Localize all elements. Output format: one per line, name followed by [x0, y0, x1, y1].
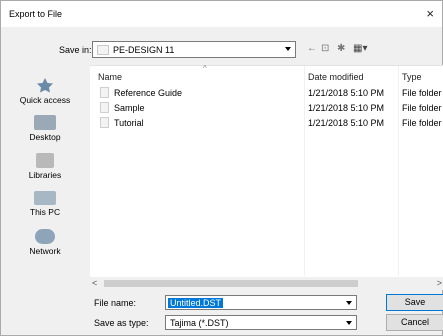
computer-icon — [34, 191, 56, 205]
export-dialog: Export to File × Save in: PE-DESIGN 11 ←… — [0, 0, 443, 336]
quick-access-star-icon — [37, 78, 53, 93]
list-item[interactable]: Reference Guide 1/21/2018 5:10 PM File f… — [90, 86, 443, 100]
list-item[interactable]: Sample 1/21/2018 5:10 PM File folder — [90, 101, 443, 115]
save-as-type-label: Save as type: — [94, 318, 149, 328]
libraries-icon — [36, 153, 54, 168]
column-header-name[interactable]: Name — [98, 72, 122, 82]
scroll-left-icon[interactable]: < — [92, 278, 97, 288]
item-type: File folder — [402, 118, 442, 128]
folder-icon — [100, 117, 109, 128]
place-this-pc[interactable]: This PC — [10, 191, 80, 217]
file-name-value: Untitled.DST — [168, 298, 224, 308]
place-label: Network — [29, 246, 61, 256]
item-name: Sample — [114, 103, 145, 113]
dialog-title: Export to File — [9, 9, 63, 19]
item-name: Reference Guide — [114, 88, 183, 98]
scroll-thumb[interactable] — [104, 280, 358, 287]
chevron-down-icon[interactable] — [285, 47, 291, 51]
folder-icon — [100, 102, 109, 113]
list-item[interactable]: Tutorial 1/21/2018 5:10 PM File folder — [90, 116, 443, 130]
item-date: 1/21/2018 5:10 PM — [308, 88, 385, 98]
column-header-type[interactable]: Type — [402, 72, 422, 82]
item-type: File folder — [402, 88, 442, 98]
place-label: Quick access — [19, 95, 71, 105]
place-label: Desktop — [29, 132, 61, 142]
title-bar: Export to File × — [1, 1, 442, 27]
folder-icon — [100, 87, 109, 98]
sort-ascending-icon: ^ — [203, 64, 207, 73]
desktop-icon — [34, 115, 56, 130]
cancel-button[interactable]: Cancel — [386, 314, 443, 331]
save-button[interactable]: Save — [386, 294, 443, 311]
place-network[interactable]: Network — [10, 229, 80, 256]
item-date: 1/21/2018 5:10 PM — [308, 103, 385, 113]
folder-icon — [97, 45, 109, 55]
save-in-value: PE-DESIGN 11 — [113, 45, 175, 55]
places-bar: Quick access Desktop Libraries This PC N… — [18, 65, 76, 277]
place-quick-access[interactable]: Quick access — [10, 77, 80, 105]
new-folder-icon[interactable]: ✱ — [337, 43, 345, 55]
item-name: Tutorial — [114, 118, 144, 128]
file-name-label: File name: — [94, 298, 137, 308]
close-icon[interactable]: × — [426, 6, 434, 21]
place-desktop[interactable]: Desktop — [10, 115, 80, 142]
place-label: This PC — [29, 207, 61, 217]
view-menu-icon[interactable]: ▦▾ — [353, 43, 367, 55]
save-as-type-select[interactable]: Tajima (*.DST) — [165, 315, 357, 330]
save-in-label: Save in: — [59, 45, 92, 55]
file-name-field[interactable]: Untitled.DST — [165, 295, 357, 310]
save-as-type-value: Tajima (*.DST) — [170, 318, 229, 328]
save-in-combobox[interactable]: PE-DESIGN 11 — [92, 41, 296, 58]
file-list[interactable]: ^ Name Date modified Type Reference Guid… — [90, 64, 443, 277]
place-libraries[interactable]: Libraries — [10, 153, 80, 180]
column-header-date[interactable]: Date modified — [308, 72, 364, 82]
back-arrow-icon[interactable]: ← — [307, 43, 317, 55]
item-date: 1/21/2018 5:10 PM — [308, 118, 385, 128]
item-type: File folder — [402, 103, 442, 113]
chevron-down-icon[interactable] — [346, 321, 352, 325]
up-folder-icon[interactable]: ⊡ — [321, 43, 329, 55]
network-icon — [35, 229, 55, 244]
chevron-down-icon[interactable] — [346, 301, 352, 305]
place-label: Libraries — [28, 170, 62, 180]
horizontal-scrollbar[interactable]: < > — [90, 277, 443, 290]
scroll-right-icon[interactable]: > — [437, 278, 442, 288]
